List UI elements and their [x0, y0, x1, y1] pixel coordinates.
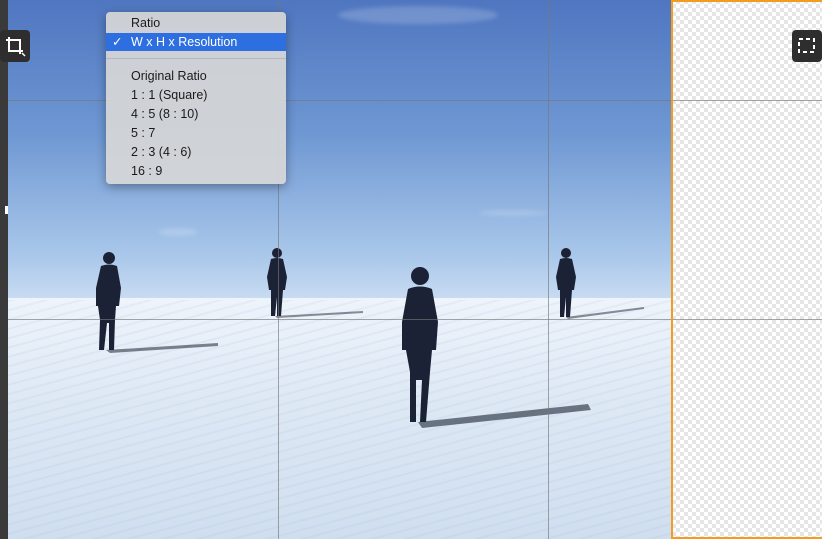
right-edge-handle[interactable] [818, 206, 821, 214]
menu-item-16-9[interactable]: 16 : 9 [106, 162, 286, 180]
crop-grid-line [548, 0, 549, 539]
crop-boundary[interactable] [671, 0, 822, 539]
checkmark-icon: ✓ [112, 35, 123, 49]
crop-tool-button[interactable] [0, 30, 30, 62]
marquee-select-icon [798, 38, 815, 53]
menu-item-square[interactable]: 1 : 1 (Square) [106, 86, 286, 104]
menu-header-ratio: Ratio [131, 16, 161, 30]
cloud [478, 210, 548, 216]
walking-figure [556, 248, 644, 319]
cloud [158, 228, 198, 236]
walking-figure [96, 252, 218, 353]
menu-item-4-5[interactable]: 4 : 5 (8 : 10) [106, 105, 286, 123]
walking-figure [267, 248, 363, 318]
left-edge-handle[interactable] [5, 206, 8, 214]
menu-item-label: W x H x Resolution [131, 35, 238, 49]
menu-separator [106, 58, 286, 59]
menu-item-2-3[interactable]: 2 : 3 (4 : 6) [106, 143, 286, 161]
marquee-tool-button[interactable] [792, 30, 822, 62]
menu-item-original-ratio[interactable]: Original Ratio [106, 67, 286, 85]
menu-item-5-7[interactable]: 5 : 7 [106, 124, 286, 142]
ratio-dropdown-menu: Ratio ✓ W x H x Resolution Original Rati… [106, 12, 286, 184]
crop-icon [6, 37, 26, 57]
menu-item-wxh-resolution[interactable]: ✓ W x H x Resolution [106, 33, 286, 51]
cloud [338, 6, 498, 24]
